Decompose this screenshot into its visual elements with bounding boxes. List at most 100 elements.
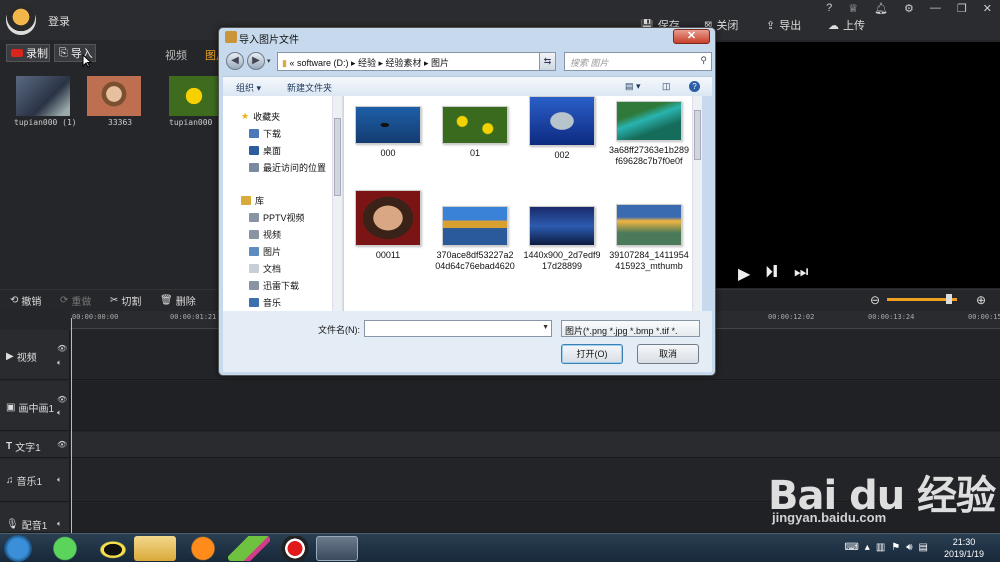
chevron-down-icon[interactable]: ▼ [542, 324, 549, 331]
zoom-in-icon[interactable]: ⊕ [976, 293, 986, 307]
volume-icon[interactable]: 🔊︎ [906, 542, 912, 553]
video-library-icon [249, 213, 259, 222]
nav-videos[interactable]: 视频 [249, 228, 281, 241]
gear-icon[interactable]: ⚙ [904, 2, 914, 15]
filetype-select[interactable]: 图片(*.png *.jpg *.bmp *.tif *. [561, 320, 700, 337]
eye-icon[interactable]: 👁︎ [57, 395, 67, 404]
address-bar[interactable]: ▮ « software (D:) ▸ 经验 ▸ 经验素材 ▸ 图片 [277, 52, 556, 71]
refresh-icon[interactable]: ⇆ [539, 52, 556, 71]
track-head: ▣ 画中画1 👁︎ 🔈︎ [0, 381, 70, 430]
tray-expand-icon[interactable]: ▴ [865, 542, 870, 553]
media-toolbar: 录制 ⎘ 导入 [0, 40, 220, 66]
taskbar-pptv-icon[interactable] [228, 536, 270, 561]
nav-desktop[interactable]: 桌面 [249, 144, 281, 157]
eye-icon[interactable]: 👁︎ [57, 344, 67, 353]
speaker-icon[interactable]: 🔈︎ [57, 408, 62, 418]
input-method-icon[interactable]: ▤ [919, 542, 928, 553]
view-options-icon[interactable]: ▤ ▾ [625, 81, 641, 92]
nav-documents[interactable]: 文档 [249, 262, 281, 275]
play-icon[interactable]: ▶ [738, 264, 750, 284]
start-button[interactable] [4, 535, 32, 562]
taskbar-recorder-icon[interactable] [274, 536, 316, 561]
clock[interactable]: 21:30 2019/1/19 [944, 536, 984, 560]
taskbar-app-green[interactable] [44, 536, 86, 561]
network-icon[interactable]: ▥ [876, 542, 885, 553]
delete-button[interactable]: 🗑︎ 删除 [160, 293, 196, 308]
dialog-close-button[interactable]: ✕ [673, 29, 710, 44]
filelist-scrollbar[interactable] [692, 96, 702, 311]
organize-menu[interactable]: 组织 ▾ [236, 81, 261, 94]
file-item[interactable]: 370ace8df53227a204d64c76ebad4620 [435, 206, 515, 272]
bell-icon[interactable]: 🔔︎ [874, 2, 888, 15]
track-text[interactable]: T 文字1 👁︎ [0, 432, 1000, 458]
keyboard-icon[interactable]: ⌨ [844, 542, 858, 553]
media-thumb-3[interactable] [169, 76, 219, 116]
forward-button[interactable]: ▶ [247, 52, 265, 70]
search-input[interactable]: 搜索 图片 ⚲ [564, 52, 712, 71]
speaker-icon[interactable]: 🔈︎ [57, 358, 62, 368]
tab-video[interactable]: 视频 [165, 47, 187, 63]
help-icon[interactable]: ? [689, 81, 700, 92]
recent-locations-icon[interactable]: ▾ [267, 57, 271, 65]
nav-library[interactable]: 库 [241, 194, 264, 207]
nav-pictures[interactable]: 图片 [249, 245, 281, 258]
upload-button[interactable]: ☁ 上传 [828, 17, 865, 33]
track-pip[interactable]: ▣ 画中画1 👁︎ 🔈︎ [0, 381, 1000, 431]
flag-icon[interactable]: ⚑ [891, 542, 900, 553]
file-item[interactable]: 01 [435, 106, 515, 159]
nav-favorites[interactable]: ★ 收藏夹 [241, 110, 280, 123]
file-item[interactable]: 000 [348, 106, 428, 159]
scrollbar-thumb[interactable] [694, 110, 701, 160]
record-button[interactable]: 录制 [6, 44, 50, 62]
new-folder-button[interactable]: 新建文件夹 [287, 81, 332, 94]
folder-icon: ▮ [282, 58, 287, 68]
nav-music[interactable]: 音乐 [249, 296, 281, 309]
skip-end-icon[interactable]: ⏭ [794, 264, 808, 282]
filename-input[interactable]: ▼ [364, 320, 552, 337]
minimize-icon[interactable]: — [930, 2, 941, 15]
nav-xunlei[interactable]: 迅雷下载 [249, 279, 299, 292]
help-icon[interactable]: ? [826, 2, 832, 15]
command-bar: 组织 ▾ 新建文件夹 ▤ ▾ ◫ ? [223, 76, 712, 96]
documents-icon [249, 264, 259, 273]
taskbar-explorer-icon[interactable] [134, 536, 176, 561]
speaker-icon[interactable]: 🔈︎ [57, 519, 62, 529]
speaker-icon[interactable]: 🔈︎ [57, 475, 62, 485]
file-item[interactable]: 00011 [348, 190, 428, 261]
track-label-video: ▶ 视频 [6, 351, 37, 364]
scrollbar-thumb[interactable] [334, 118, 341, 196]
file-item[interactable]: 002 [522, 96, 602, 161]
export-button[interactable]: ⇪ 导出 [766, 17, 801, 33]
nav-downloads[interactable]: 下载 [249, 127, 281, 140]
cut-button[interactable]: ✂ 切割 [110, 293, 141, 308]
dialog-footer: 文件名(N): ▼ 图片(*.png *.jpg *.bmp *.tif *. … [223, 311, 712, 372]
nav-recent[interactable]: 最近访问的位置 [249, 161, 326, 174]
zoom-slider-handle[interactable] [946, 294, 952, 304]
media-thumb-2[interactable] [87, 76, 141, 116]
redo-button[interactable]: ⟳ 重做 [60, 293, 91, 308]
back-button[interactable]: ◀ [226, 52, 244, 70]
file-item[interactable]: 3a68ff27363e1b289f69628c7b7f0e0f [609, 101, 689, 167]
open-button[interactable]: 打开(O) [561, 344, 623, 364]
taskbar-firefox-icon[interactable] [182, 536, 224, 561]
taskbar-editor-icon[interactable] [316, 536, 358, 561]
media-thumb-1[interactable] [16, 76, 70, 116]
vip-icon[interactable]: ♕ [848, 2, 858, 15]
undo-button[interactable]: ⟲ 撤销 [10, 293, 41, 308]
login-link[interactable]: 登录 [48, 13, 70, 29]
maximize-icon[interactable]: ❐ [957, 2, 967, 15]
preview-pane-icon[interactable]: ◫ [662, 81, 671, 92]
taskbar-qq-icon[interactable] [92, 536, 134, 561]
cancel-button[interactable]: 取消 [637, 344, 699, 364]
nav-pptv[interactable]: PPTV视频 [249, 211, 305, 224]
close-icon[interactable]: ✕ [983, 2, 992, 15]
trash-icon: 🗑︎ [160, 295, 173, 306]
ruler-tick: 00:00:12:02 [768, 313, 815, 321]
file-item[interactable]: 1440x900_2d7edf917d28899 [522, 206, 602, 272]
navpane-scrollbar[interactable] [332, 96, 342, 311]
file-item[interactable]: 39107284_1411954415923_mthumb [609, 204, 689, 272]
zoom-out-icon[interactable]: ⊖ [870, 293, 880, 307]
playhead[interactable] [71, 318, 72, 533]
eye-icon[interactable]: 👁︎ [57, 440, 67, 449]
next-frame-icon[interactable]: ⏵❙ [765, 264, 777, 282]
